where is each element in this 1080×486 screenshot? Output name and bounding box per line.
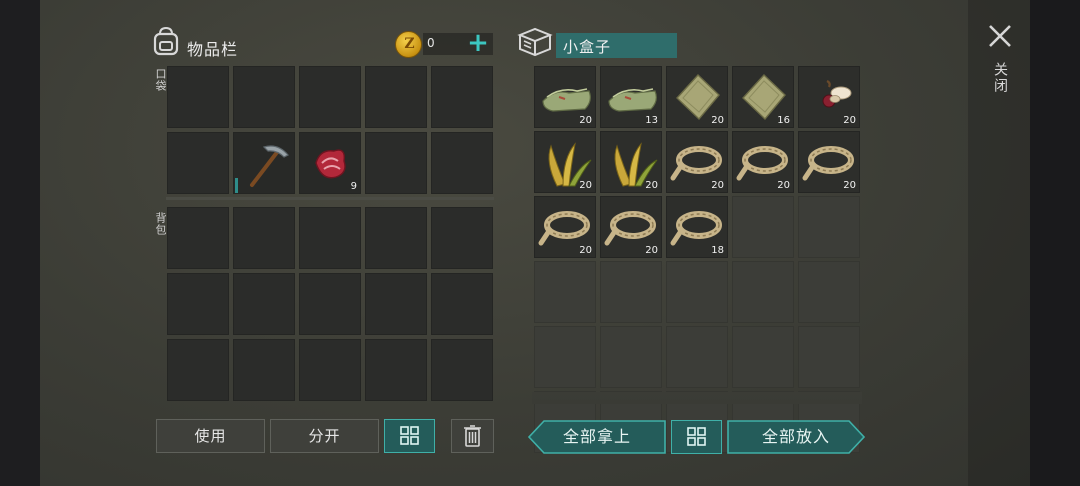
item-count: 20 xyxy=(579,245,592,256)
backpack-icon xyxy=(153,26,179,56)
coin-count: 0 xyxy=(427,36,435,50)
container-slot[interactable] xyxy=(798,261,860,323)
coin-icon: Z xyxy=(395,31,422,58)
item-count: 20 xyxy=(645,245,658,256)
backpack-slot[interactable] xyxy=(365,207,427,269)
item-count: 20 xyxy=(843,115,856,126)
close-icon[interactable] xyxy=(986,22,1014,50)
use-button[interactable]: 使用 xyxy=(156,419,265,453)
screen-bezel-right xyxy=(1030,0,1080,486)
currency-bar: Z 0 + xyxy=(393,30,493,58)
item-count: 13 xyxy=(645,115,658,126)
backpack-slot[interactable] xyxy=(167,207,229,269)
take-all-button[interactable]: 全部拿上 xyxy=(527,420,666,454)
pocket-slot[interactable] xyxy=(167,66,229,128)
pocket-slot[interactable] xyxy=(233,132,295,194)
container-slot[interactable] xyxy=(732,261,794,323)
container-slot[interactable]: 20 xyxy=(534,131,596,193)
put-all-label: 全部放入 xyxy=(761,427,830,446)
item-count: 20 xyxy=(777,180,790,191)
container-slot[interactable] xyxy=(666,261,728,323)
container-grid-bottom xyxy=(532,392,862,404)
item-count: 20 xyxy=(711,115,724,126)
container-slot[interactable]: 20 xyxy=(534,66,596,128)
container-slot[interactable]: 20 xyxy=(798,131,860,193)
backpack-slot[interactable] xyxy=(365,339,427,401)
trash-icon xyxy=(464,425,481,447)
backpack-label: 背包 xyxy=(154,212,167,236)
container-slot[interactable] xyxy=(798,326,860,388)
container-slot[interactable] xyxy=(732,196,794,258)
pocket-slot[interactable] xyxy=(365,66,427,128)
pocket-slot[interactable] xyxy=(431,132,493,194)
inventory-title: 物品栏 xyxy=(187,40,239,59)
pickaxe-icon xyxy=(250,145,289,187)
sort-container-button[interactable] xyxy=(671,420,722,454)
item-count: 9 xyxy=(350,181,357,192)
add-coins-button[interactable]: + xyxy=(465,30,491,57)
box-icon xyxy=(517,27,553,57)
container-slot[interactable] xyxy=(732,326,794,388)
container-slot[interactable]: 18 xyxy=(666,196,728,258)
container-name: 小盒子 xyxy=(556,33,677,58)
pocket-slot[interactable]: 9 xyxy=(299,132,361,194)
item-count: 18 xyxy=(711,245,724,256)
pocket-slot[interactable] xyxy=(365,132,427,194)
container-slot[interactable]: 20 xyxy=(600,131,662,193)
pocket-slot[interactable] xyxy=(167,132,229,194)
backpack-slot[interactable] xyxy=(431,273,493,335)
container-slot[interactable] xyxy=(798,196,860,258)
take-all-label: 全部拿上 xyxy=(562,427,631,446)
grid-sort-icon xyxy=(687,427,706,446)
container-slot[interactable]: 16 xyxy=(732,66,794,128)
pocket-slot[interactable] xyxy=(431,66,493,128)
pocket-slot[interactable] xyxy=(233,66,295,128)
container-slot[interactable]: 20 xyxy=(732,131,794,193)
item-count: 20 xyxy=(579,180,592,191)
container-slot[interactable] xyxy=(600,326,662,388)
container-slot[interactable]: 20 xyxy=(666,131,728,193)
backpack-slot[interactable] xyxy=(167,339,229,401)
item-count: 20 xyxy=(579,115,592,126)
backpack-slot[interactable] xyxy=(233,273,295,335)
container-slot[interactable] xyxy=(600,261,662,323)
pocket-backpack-divider xyxy=(166,197,494,200)
screen-bezel-left xyxy=(0,0,40,486)
pocket-label: 口袋 xyxy=(154,68,167,92)
container-slot[interactable]: 13 xyxy=(600,66,662,128)
item-count: 20 xyxy=(645,180,658,191)
split-button[interactable]: 分开 xyxy=(270,419,379,453)
item-count: 20 xyxy=(711,180,724,191)
backpack-slot[interactable] xyxy=(233,207,295,269)
container-slot[interactable]: 20 xyxy=(798,66,860,128)
container-slot[interactable]: 20 xyxy=(600,196,662,258)
container-slot[interactable]: 20 xyxy=(534,196,596,258)
container-slot[interactable] xyxy=(666,326,728,388)
grid-sort-icon xyxy=(400,426,419,445)
sort-inventory-button[interactable] xyxy=(384,419,435,453)
put-all-button[interactable]: 全部放入 xyxy=(727,420,866,454)
backpack-slot[interactable] xyxy=(299,339,361,401)
item-count: 20 xyxy=(843,180,856,191)
backpack-slot[interactable] xyxy=(167,273,229,335)
backpack-slot[interactable] xyxy=(233,339,295,401)
backpack-slot[interactable] xyxy=(431,207,493,269)
pocket-slot[interactable] xyxy=(299,66,361,128)
backpack-slot[interactable] xyxy=(299,207,361,269)
backpack-slot[interactable] xyxy=(299,273,361,335)
container-slot[interactable]: 20 xyxy=(666,66,728,128)
durability-bar xyxy=(235,178,238,193)
container-slot[interactable] xyxy=(534,261,596,323)
container-slot[interactable] xyxy=(534,326,596,388)
backpack-slot[interactable] xyxy=(431,339,493,401)
close-label[interactable]: 关闭 xyxy=(990,62,1010,94)
item-count: 16 xyxy=(777,115,790,126)
trash-button[interactable] xyxy=(451,419,494,453)
backpack-slot[interactable] xyxy=(365,273,427,335)
